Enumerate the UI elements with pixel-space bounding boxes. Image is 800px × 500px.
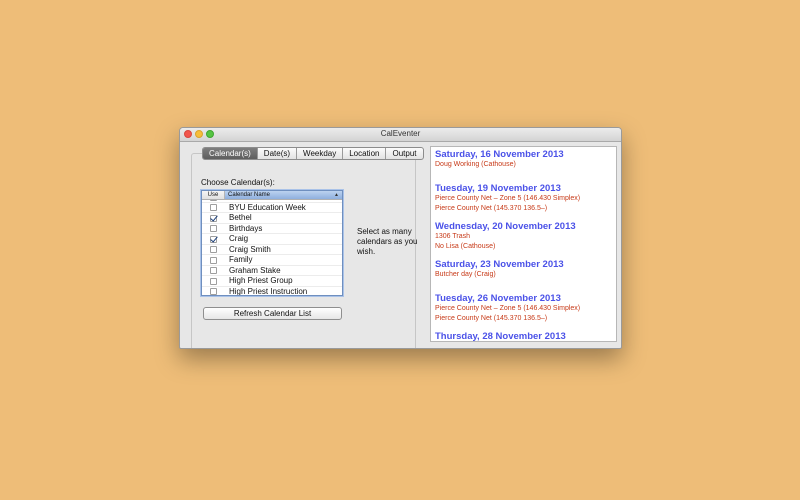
calendar-name: Bethel [229, 213, 252, 222]
tab-output[interactable]: Output [386, 148, 422, 159]
refresh-calendar-list-button[interactable]: Refresh Calendar List [203, 307, 342, 320]
calendar-row[interactable]: BYU Education Week [202, 202, 342, 213]
tab-location[interactable]: Location [343, 148, 387, 159]
calendar-name: High Priest Instruction [229, 286, 308, 296]
use-checkbox[interactable] [210, 235, 217, 243]
output-pane[interactable]: Saturday, 16 November 2013 Doug Working (… [430, 146, 617, 342]
use-checkbox[interactable] [210, 204, 217, 211]
date-heading: Saturday, 23 November 2013 [435, 259, 564, 270]
tab-bar: Calendar(s) Date(s) Weekday Location Out… [202, 147, 424, 160]
sort-ascending-icon: ▲ [334, 192, 339, 198]
calendar-name: Craig [229, 234, 249, 243]
use-checkbox[interactable] [210, 225, 217, 232]
event-item: Pierce County Net (145.370 136.5–) [435, 205, 548, 212]
event-item: 1306 Trash [435, 233, 471, 240]
date-heading: Saturday, 16 November 2013 [435, 149, 564, 160]
calendar-row[interactable]: Graham Stake [202, 265, 342, 276]
calendar-name: Birthdays [229, 223, 263, 233]
event-item: Butcher day (Craig) [435, 271, 496, 278]
calendar-name: Craig Smith [229, 244, 271, 254]
column-header-use[interactable]: Use [202, 191, 225, 199]
choose-calendars-label: Choose Calendar(s): [201, 178, 275, 187]
calendar-name: Graham Stake [229, 265, 281, 275]
date-heading: Wednesday, 20 November 2013 [435, 221, 576, 232]
tab-calendars[interactable]: Calendar(s) [203, 148, 258, 159]
event-item: Pierce County Net (145.370 136.5–) [435, 315, 548, 322]
calendar-name: BYU Education Week [229, 202, 306, 212]
calendar-rows: BYU Education Week Bethel Birthdays Craig Cr… [202, 193, 342, 295]
use-checkbox[interactable] [210, 246, 217, 253]
use-checkbox[interactable] [210, 277, 217, 285]
calendar-row[interactable]: Family [202, 255, 342, 266]
use-checkbox[interactable] [210, 288, 217, 295]
event-item: No Lisa (Cathouse) [435, 243, 496, 250]
column-header-calendar-name[interactable]: Calendar Name ▲ [225, 191, 342, 199]
tab-weekday[interactable]: Weekday [297, 148, 344, 159]
event-item: Pierce County Net – Zone 5 (146.430 Simp… [435, 195, 581, 202]
date-heading: Thursday, 28 November 2013 [435, 331, 566, 342]
calendar-row[interactable]: Craig [202, 234, 342, 245]
date-heading: Tuesday, 26 November 2013 [435, 293, 561, 304]
help-text: Select as many calendars as you wish. [357, 227, 418, 256]
column-header-name-label: Calendar Name [228, 192, 271, 198]
calendar-row[interactable]: High Priest Instruction [202, 286, 342, 296]
calendar-row[interactable]: High Priest Group [202, 276, 342, 287]
window-title: CalEventer [380, 129, 421, 138]
table-header: Use Calendar Name ▲ [202, 191, 342, 200]
calendar-name: Family [229, 255, 253, 264]
use-checkbox[interactable] [210, 267, 217, 274]
event-item: Pierce County Net – Zone 5 (146.430 Simp… [435, 305, 581, 312]
date-heading: Tuesday, 19 November 2013 [435, 183, 561, 194]
title-bar[interactable]: CalEventer [180, 128, 621, 142]
caleventer-window: CalEventer Calendar(s) Date(s) Weekday L… [179, 127, 622, 349]
use-checkbox[interactable] [210, 256, 217, 264]
calendar-row[interactable]: Bethel [202, 213, 342, 224]
event-item: Doug Working (Cathouse) [435, 161, 516, 168]
calendar-name: High Priest Group [229, 276, 293, 285]
tab-dates[interactable]: Date(s) [258, 148, 298, 159]
calendar-table[interactable]: BYU Education Week Bethel Birthdays Craig Cr… [201, 190, 343, 296]
calendar-row[interactable]: Craig Smith [202, 244, 342, 255]
use-checkbox[interactable] [210, 214, 217, 222]
calendar-row[interactable]: Birthdays [202, 223, 342, 234]
